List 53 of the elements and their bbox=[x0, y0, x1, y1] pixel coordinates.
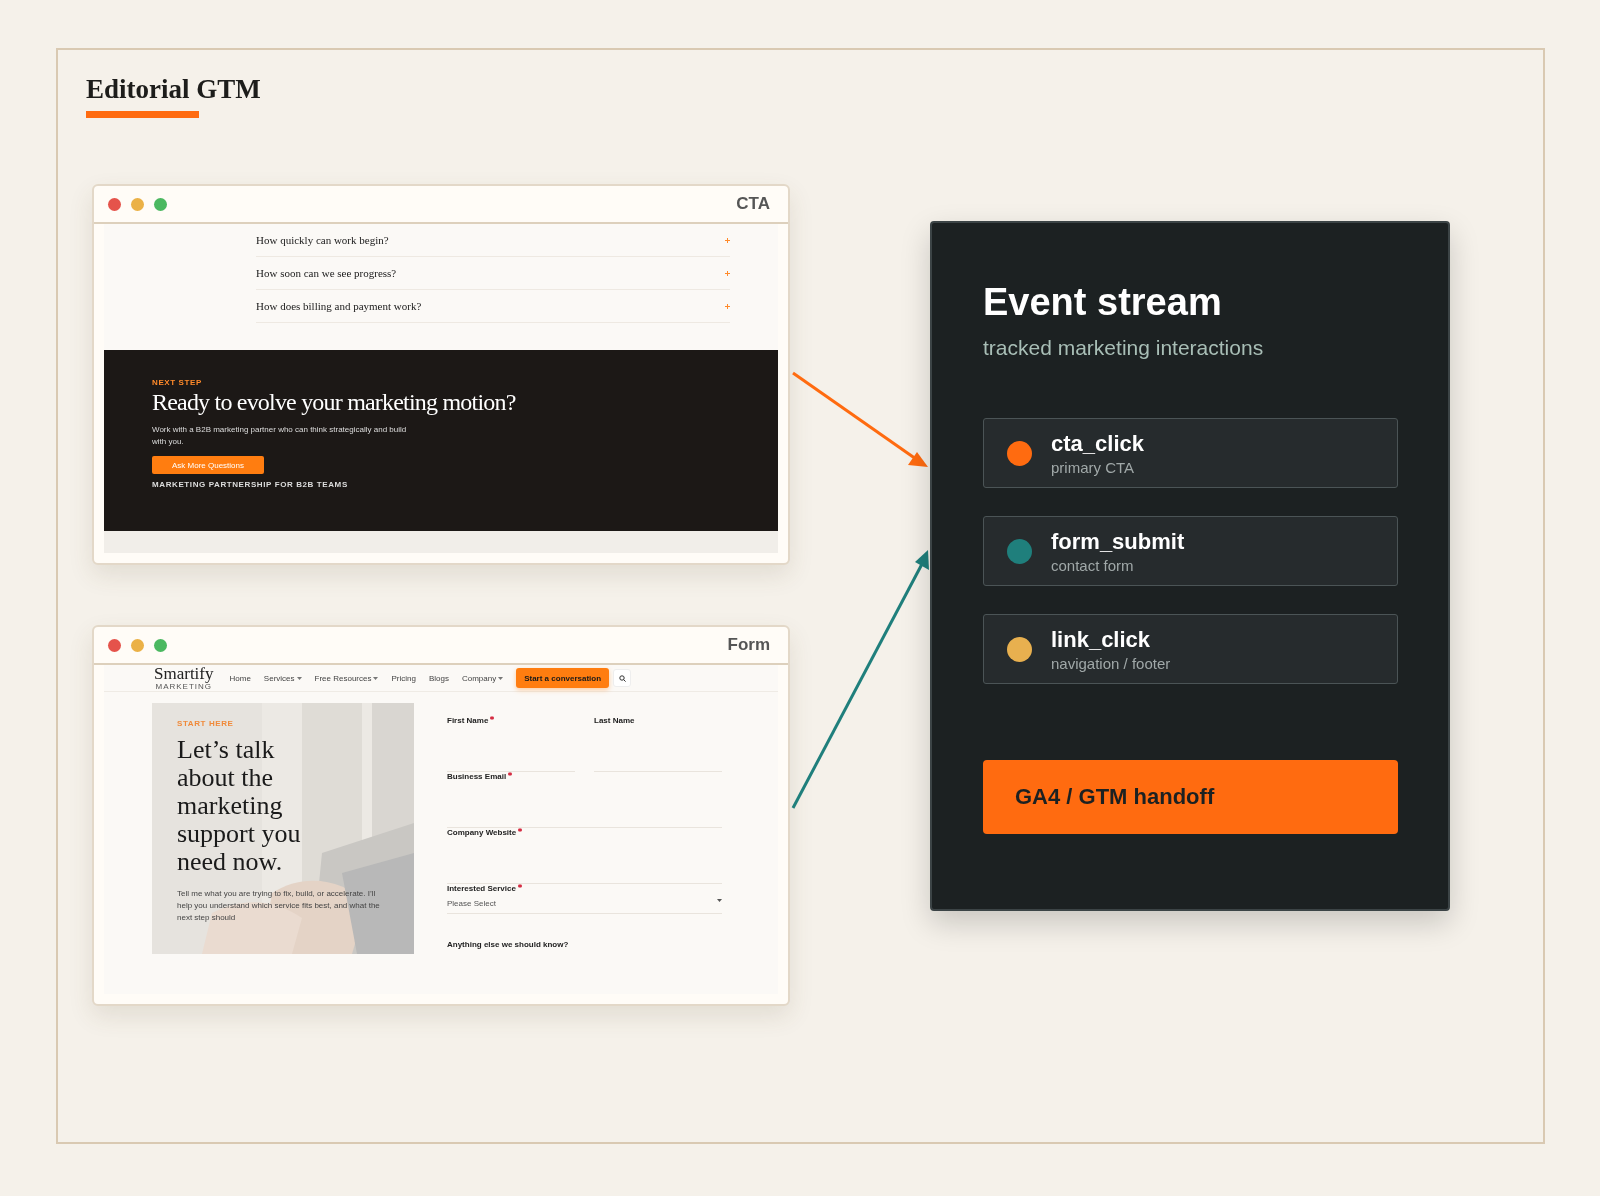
cta-body: Work with a B2B marketing partner who can think strategically and build with you. bbox=[152, 424, 408, 448]
hero-heading: Let’s talk about the marketing support you need now. bbox=[177, 736, 302, 876]
event-name: form_submit bbox=[1051, 528, 1185, 555]
tagline-text: MARKETING PARTNERSHIP FOR B2B TEAMS bbox=[152, 480, 348, 489]
nav-link[interactable]: Free Resources bbox=[314, 673, 379, 683]
window-title: CTA bbox=[736, 194, 770, 214]
logo-text[interactable]: Smartify bbox=[154, 665, 214, 682]
logo-subtitle: MARKETING bbox=[155, 682, 213, 691]
start-conversation-button[interactable]: Start a conversation bbox=[516, 668, 610, 688]
event-name: link_click bbox=[1051, 626, 1152, 653]
event-detail: primary CTA bbox=[1051, 458, 1136, 476]
field-label: Anything else we should know? bbox=[447, 940, 569, 949]
nav-link[interactable]: Pricing bbox=[391, 673, 416, 683]
field-label: Last Name bbox=[594, 716, 635, 725]
eyebrow-text: NEXT STEP bbox=[152, 378, 202, 387]
event-name: cta_click bbox=[1051, 430, 1144, 457]
event-detail: navigation / footer bbox=[1051, 654, 1171, 672]
field-label: Business Email bbox=[447, 772, 507, 781]
handoff-button[interactable]: GA4 / GTM handoff bbox=[983, 760, 1398, 834]
caret-icon bbox=[296, 676, 302, 680]
faq-question[interactable]: How soon can we see progress? bbox=[256, 267, 397, 279]
hero-body: Tell me what you are trying to fix, build, or accelerate. I’ll help you understand which service fits best, and what the next step should bbox=[177, 888, 381, 924]
minimize-dot-icon[interactable] bbox=[131, 638, 144, 652]
caret-icon bbox=[373, 676, 379, 680]
caret-icon bbox=[717, 899, 722, 902]
panel-subtitle: tracked marketing interactions bbox=[983, 336, 1265, 360]
page-title: Editorial GTM bbox=[86, 74, 261, 105]
nav-link[interactable]: Home bbox=[229, 673, 251, 683]
search-icon bbox=[618, 674, 626, 682]
select-field[interactable]: Please Select bbox=[447, 899, 722, 914]
field-label: First Name bbox=[447, 716, 489, 725]
field-label: Interested Service bbox=[447, 884, 516, 893]
close-dot-icon[interactable] bbox=[108, 197, 121, 211]
plus-icon[interactable] bbox=[725, 270, 730, 276]
cta-heading: Ready to evolve your marketing motion? bbox=[152, 389, 516, 416]
faq-question[interactable]: How does billing and payment work? bbox=[256, 300, 422, 312]
eyebrow-text: START HERE bbox=[177, 719, 235, 728]
nav-link[interactable]: Company bbox=[461, 673, 504, 683]
window-title: Form bbox=[727, 635, 770, 655]
caret-icon bbox=[498, 676, 504, 680]
search-button[interactable] bbox=[613, 669, 632, 687]
minimize-dot-icon[interactable] bbox=[131, 197, 144, 211]
close-dot-icon[interactable] bbox=[108, 638, 121, 652]
field-label: Company Website bbox=[447, 828, 517, 837]
nav-link[interactable]: Blogs bbox=[428, 673, 449, 683]
zoom-dot-icon[interactable] bbox=[154, 197, 167, 211]
plus-icon[interactable] bbox=[725, 237, 730, 243]
faq-question[interactable]: How quickly can work begin? bbox=[256, 234, 389, 246]
nav-link[interactable]: Services bbox=[263, 673, 302, 683]
panel-title: Event stream bbox=[983, 281, 1223, 324]
event-detail: contact form bbox=[1051, 556, 1135, 574]
plus-icon[interactable] bbox=[725, 303, 730, 309]
zoom-dot-icon[interactable] bbox=[154, 638, 167, 652]
